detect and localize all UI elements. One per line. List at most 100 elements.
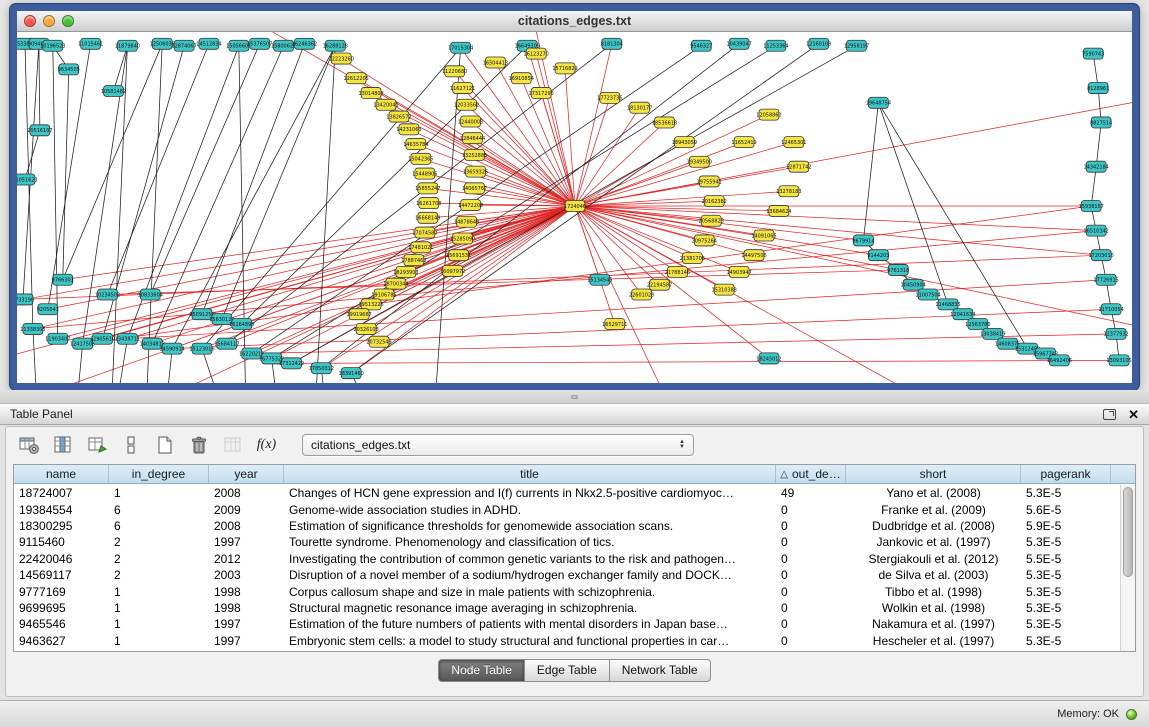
graph-node[interactable]: 17074580: [412, 227, 437, 238]
cell-name[interactable]: 9465546: [14, 617, 109, 631]
minimize-button[interactable]: [43, 15, 55, 27]
graph-node[interactable]: 14635784: [403, 139, 428, 150]
graph-node[interactable]: 8827514: [1090, 117, 1112, 128]
graph-node[interactable]: 12871742: [786, 161, 811, 172]
graph-node[interactable]: 15134545: [587, 274, 612, 285]
cell-name[interactable]: 9777169: [14, 585, 109, 599]
cell-short[interactable]: Hescheler et al. (1997): [846, 634, 1021, 648]
graph-node[interactable]: 15684117: [214, 338, 239, 349]
graph-node[interactable]: 11338305: [20, 323, 45, 334]
graph-node[interactable]: 13420041: [373, 99, 398, 110]
cell-year[interactable]: 1997: [209, 634, 284, 648]
cell-short[interactable]: Dudbridge et al. (2008): [846, 519, 1021, 533]
graph-node[interactable]: 19919667: [347, 309, 372, 320]
cell-out_de[interactable]: 0: [776, 585, 846, 599]
graph-node[interactable]: 7590743: [1082, 48, 1104, 59]
close-panel-icon[interactable]: ✕: [1128, 408, 1139, 421]
cell-year[interactable]: 2009: [209, 503, 284, 517]
cell-year[interactable]: 1997: [209, 617, 284, 631]
cell-short[interactable]: de Silva et al. (2003): [846, 568, 1021, 582]
table-row[interactable]: 977716911998Corpus callosum shape and si…: [14, 583, 1120, 599]
cell-out_de[interactable]: 0: [776, 519, 846, 533]
cell-in_degree[interactable]: 2: [109, 552, 209, 566]
graph-node[interactable]: 17481021: [408, 242, 433, 253]
cell-out_de[interactable]: 0: [776, 568, 846, 582]
column-header-title[interactable]: title: [284, 465, 776, 483]
graph-node[interactable]: 16288128: [323, 40, 348, 51]
graph-node[interactable]: 9205841: [37, 304, 59, 315]
graph-node[interactable]: 13252885: [462, 149, 487, 160]
cell-pagerank[interactable]: 5.3E-5: [1021, 535, 1111, 549]
graph-node[interactable]: 18943059: [672, 137, 697, 148]
cell-in_degree[interactable]: 1: [109, 585, 209, 599]
cell-short[interactable]: Jankovic et al. (1997): [846, 535, 1021, 549]
function-builder-button[interactable]: f(x): [252, 432, 281, 459]
cell-title[interactable]: Tourette syndrome. Phenomenology and cla…: [284, 535, 776, 549]
graph-node[interactable]: 10439047: [726, 38, 751, 49]
graph-node[interactable]: 12223260: [329, 53, 354, 64]
graph-node[interactable]: 16668149: [415, 212, 440, 223]
cell-year[interactable]: 2003: [209, 568, 284, 582]
cell-in_degree[interactable]: 1: [109, 634, 209, 648]
graph-node[interactable]: 8181304: [601, 38, 623, 49]
graph-node[interactable]: 11253364: [763, 40, 788, 51]
new-table-button[interactable]: [150, 432, 179, 459]
column-header-in_degree[interactable]: in_degree: [109, 465, 209, 483]
cell-short[interactable]: Nakamura et al. (1997): [846, 617, 1021, 631]
graph-node[interactable]: 15042365: [408, 153, 433, 164]
graph-node[interactable]: 16097972: [440, 265, 465, 276]
graph-node[interactable]: 17203016: [1089, 250, 1114, 261]
graph-node[interactable]: 13826572: [386, 111, 411, 122]
graph-node[interactable]: 22601028: [629, 289, 654, 300]
cell-in_degree[interactable]: 6: [109, 519, 209, 533]
cell-pagerank[interactable]: 5.3E-5: [1021, 634, 1111, 648]
delete-table-button[interactable]: [184, 432, 213, 459]
graph-node[interactable]: 15123016: [189, 343, 214, 354]
graph-node[interactable]: 17015304: [448, 42, 473, 53]
cell-title[interactable]: Genome-wide association studies in ADHD.: [284, 503, 776, 517]
graph-node[interactable]: 9761318: [887, 264, 909, 275]
cell-out_de[interactable]: 0: [776, 552, 846, 566]
graph-node[interactable]: 8733190: [17, 294, 34, 305]
cell-title[interactable]: Estimation of the future numbers of pati…: [284, 617, 776, 631]
graph-node[interactable]: 12058860: [756, 109, 781, 120]
network-canvas[interactable]: 8533044909402710196523110154611187984012…: [17, 32, 1132, 383]
cell-name[interactable]: 9463627: [14, 634, 109, 648]
table-row[interactable]: 1830029562008Estimation of significance …: [14, 518, 1120, 534]
cell-year[interactable]: 1998: [209, 585, 284, 599]
cell-short[interactable]: Wolkin et al. (1998): [846, 601, 1021, 615]
graph-node[interactable]: 18293903: [393, 266, 418, 277]
graph-node[interactable]: 15855247: [415, 183, 440, 194]
graph-node[interactable]: 14342184: [1084, 161, 1109, 172]
cell-pagerank[interactable]: 5.9E-5: [1021, 519, 1111, 533]
graph-node[interactable]: 10450904: [901, 279, 926, 290]
graph-node[interactable]: 15376507: [247, 38, 272, 49]
tab-network-table[interactable]: Network Table: [610, 659, 711, 682]
graph-node[interactable]: 11652419: [731, 137, 756, 148]
window-titlebar[interactable]: citations_edges.txt: [17, 11, 1132, 32]
table-selector-dropdown[interactable]: citations_edges.txt ▲▼: [302, 434, 694, 456]
cell-in_degree[interactable]: 6: [109, 503, 209, 517]
graph-node[interactable]: 17726915: [1093, 274, 1118, 285]
graph-node[interactable]: 8128961: [1087, 83, 1109, 94]
graph-node[interactable]: 12905610: [90, 333, 115, 344]
graph-node[interactable]: 14590914: [160, 343, 185, 354]
cell-name[interactable]: 18724007: [14, 486, 109, 500]
graph-node[interactable]: 15285090: [450, 233, 475, 244]
column-header-short[interactable]: short: [846, 465, 1021, 483]
column-header-pagerank[interactable]: pagerank: [1021, 465, 1111, 483]
graph-node[interactable]: 19755941: [697, 176, 722, 187]
graph-node[interactable]: 13438711: [115, 333, 140, 344]
graph-node[interactable]: 9546327: [690, 40, 712, 51]
cell-pagerank[interactable]: 5.6E-5: [1021, 503, 1111, 517]
cell-pagerank[interactable]: 5.3E-5: [1021, 601, 1111, 615]
cell-in_degree[interactable]: 1: [109, 486, 209, 500]
graph-node[interactable]: 16492406: [1047, 355, 1072, 366]
table-row[interactable]: 946554611997Estimation of the future num…: [14, 616, 1120, 632]
graph-node[interactable]: 20326108: [353, 323, 378, 334]
graph-node[interactable]: 20568823: [699, 215, 724, 226]
graph-node[interactable]: 16123270: [524, 48, 549, 59]
graph-node[interactable]: 12874067: [171, 40, 196, 51]
graph-node[interactable]: 21051623: [17, 174, 38, 185]
cell-out_de[interactable]: 0: [776, 617, 846, 631]
